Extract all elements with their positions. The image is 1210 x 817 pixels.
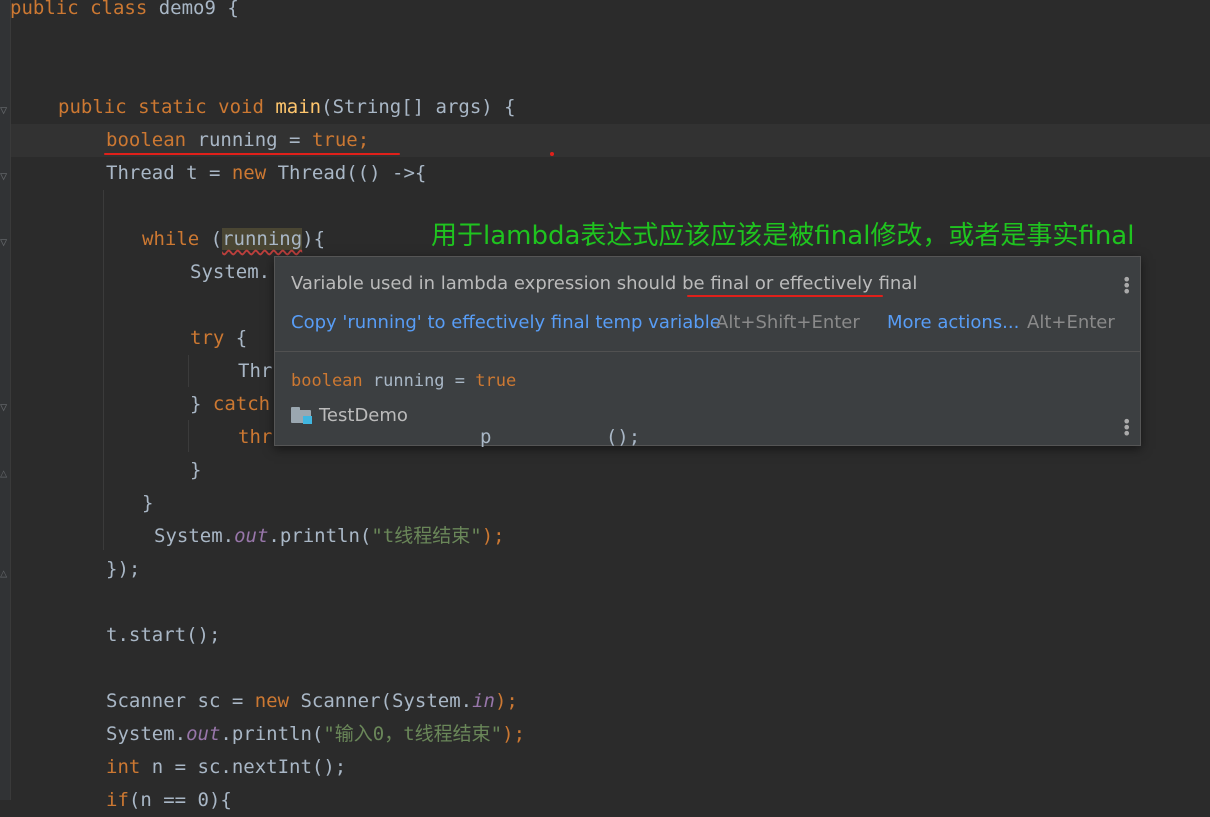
inspection-message: Variable used in lambda expression shoul… — [291, 273, 918, 294]
code-line-brace: } — [190, 459, 202, 481]
more-options-icon[interactable]: • • • — [1122, 272, 1131, 300]
code-line-throw-tail: p (); — [480, 426, 641, 448]
code-line-println-input: System.out.println("输入0，t线程结束"); — [106, 723, 526, 745]
fold-marker-icon[interactable]: ▽ — [0, 234, 10, 250]
fold-marker-icon[interactable]: △ — [0, 465, 10, 481]
red-dot-mark — [550, 152, 554, 156]
annotation-note: 用于lambda表达式应该应该是被final修改，或者是事实final — [431, 221, 1135, 251]
error-highlight-running: running — [222, 228, 303, 250]
code-line-brace: } — [142, 492, 154, 514]
popup-divider — [275, 351, 1140, 352]
quick-fix-shortcut: Alt+Shift+Enter — [716, 312, 860, 333]
code-line-thread: Thread t = new Thread(() ->{ — [106, 162, 427, 184]
indent-guide — [188, 420, 189, 452]
indent-guide — [103, 190, 104, 550]
code-line-lambda-close: }); — [106, 558, 141, 580]
code-line-if: if(n == 0){ — [106, 789, 232, 811]
more-actions-shortcut: Alt+Enter — [1027, 312, 1115, 333]
code-line-throw-partial: thr — [238, 426, 273, 448]
fold-marker-icon[interactable]: ▽ — [0, 399, 10, 415]
code-line-int: int n = sc.nextInt(); — [106, 756, 347, 778]
code-line-class: public class demo9 { — [10, 0, 239, 19]
red-underline-mark — [687, 295, 883, 297]
code-line-println-end: System.out.println("t线程结束"); — [154, 525, 505, 547]
code-line-scanner: Scanner sc = new Scanner(System.in); — [106, 690, 518, 712]
fold-marker-icon[interactable]: △ — [0, 565, 10, 581]
code-line-start: t.start(); — [106, 624, 221, 646]
declaration-preview: boolean running = true — [291, 371, 517, 391]
code-line-main: public static void main(String[] args) { — [58, 96, 516, 118]
quick-fix-action[interactable]: Copy 'running' to effectively final temp… — [291, 312, 721, 333]
code-line-while: while (running){ — [142, 228, 326, 250]
red-underline-mark — [104, 153, 400, 155]
inspection-popup: Variable used in lambda expression shoul… — [274, 256, 1141, 446]
more-actions-link[interactable]: More actions... — [887, 312, 1019, 333]
project-link[interactable]: TestDemo — [291, 405, 408, 426]
more-options-icon[interactable]: • • • — [1122, 414, 1131, 442]
fold-marker-icon[interactable]: ▽ — [0, 102, 10, 118]
code-line-try: try { — [190, 327, 248, 349]
code-line-catch: } catch — [190, 393, 271, 415]
code-line-system-partial: System. — [190, 261, 271, 283]
indent-guide — [188, 355, 189, 387]
fold-marker-icon[interactable]: ▽ — [0, 168, 10, 184]
module-folder-icon — [291, 407, 313, 424]
code-line-thread-partial: Thr — [238, 360, 273, 382]
